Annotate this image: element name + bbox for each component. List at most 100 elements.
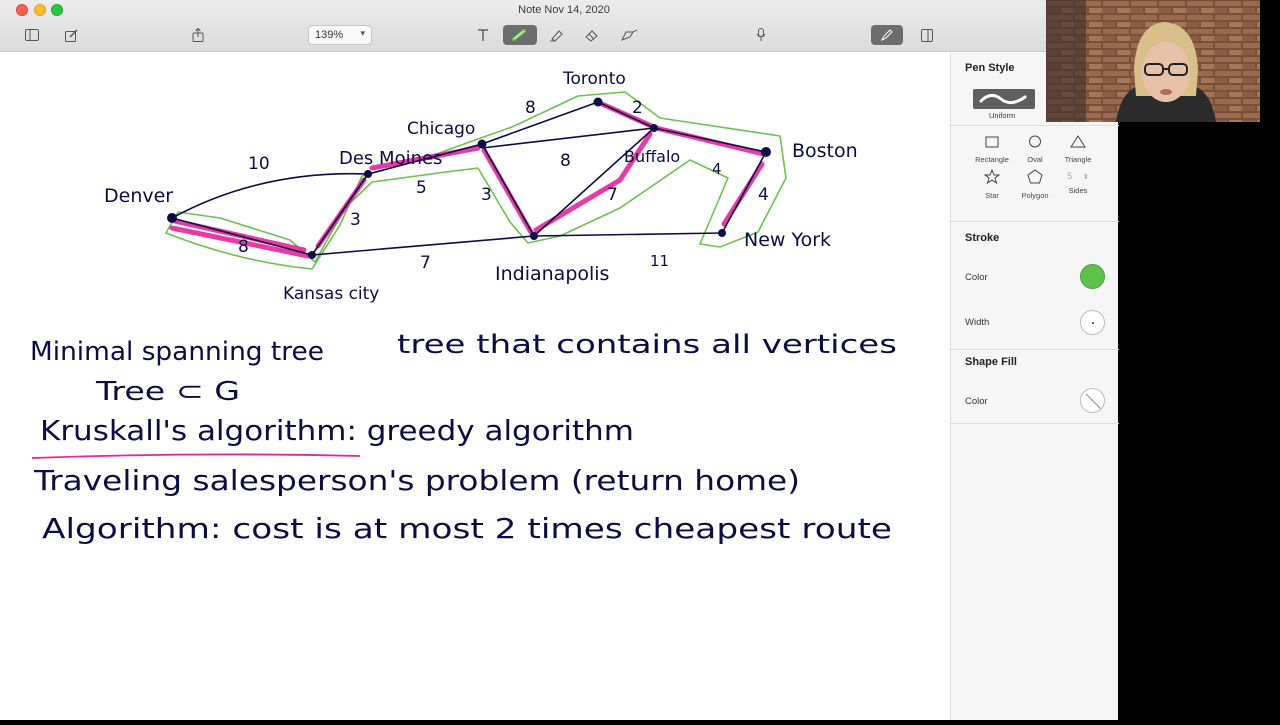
shape-polygon[interactable]: Polygon	[1013, 169, 1057, 200]
eraser-icon	[584, 29, 598, 42]
polygon-icon	[1027, 169, 1043, 184]
weight-chicago-buffalo: 8	[560, 151, 571, 171]
width-dot-icon	[1092, 322, 1094, 324]
vertex-boston	[761, 147, 771, 157]
shape-rectangle-label: Rectangle	[975, 155, 1009, 164]
pen-tool-button[interactable]	[503, 25, 537, 45]
pen-icon	[512, 29, 526, 41]
drawing-surface: Denver Kansas city Des Moines Chicago In…	[30, 69, 897, 545]
weight-kansascity-indianapolis: 7	[420, 253, 431, 273]
no-fill-icon	[1085, 393, 1102, 410]
stroke-color-label: Color	[965, 272, 988, 283]
zoom-select[interactable]: 139% ▾	[308, 25, 372, 45]
triangle-icon	[1070, 135, 1086, 148]
shape-oval-label: Oval	[1027, 155, 1043, 164]
vertex-toronto	[593, 97, 603, 107]
markup-toggle-button[interactable]	[871, 25, 903, 45]
stroke-width-button[interactable]	[1080, 310, 1105, 335]
divider	[951, 423, 1119, 424]
title-bar: Note Nov 14, 2020 139% ▾	[0, 0, 1046, 52]
weight-toronto-buffalo: 2	[632, 98, 643, 118]
compose-button[interactable]	[60, 25, 82, 45]
lasso-tool-button[interactable]	[616, 25, 642, 45]
lasso-icon	[620, 29, 638, 41]
shape-triangle-label: Triangle	[1064, 155, 1092, 164]
inspector-panel: Pen Style Uniform Rectangle Oval Triangl…	[950, 53, 1119, 720]
shape-polygon-label: Polygon	[1021, 191, 1049, 200]
rectangle-icon	[985, 136, 999, 148]
weight-denver-kansascity: 8	[238, 237, 249, 257]
shape-triangle[interactable]: Triangle	[1056, 135, 1100, 164]
vertex-kansas-city	[308, 251, 316, 259]
divider	[951, 221, 1119, 222]
weight-chicago-toronto: 8	[525, 98, 536, 118]
note-line-3: Kruskall's algorithm: greedy algorithm	[40, 414, 634, 447]
label-indianapolis: Indianapolis	[495, 263, 609, 285]
sides-label: Sides	[1068, 186, 1088, 195]
shape-star[interactable]: Star	[970, 168, 1014, 200]
note-line-2: Tree ⊂ G	[95, 377, 240, 407]
oval-icon	[1029, 135, 1041, 148]
app-root: Note Nov 14, 2020 139% ▾ Denver Kansas c…	[0, 0, 1280, 720]
pen-style-heading: Pen Style	[965, 62, 1015, 74]
vertex-chicago	[477, 139, 487, 149]
sidebar-toggle-button[interactable]	[21, 25, 43, 45]
shape-star-label: Star	[985, 191, 999, 200]
stroke-heading: Stroke	[965, 232, 1000, 244]
note-line-1a: Minimal spanning tree	[30, 337, 324, 367]
weight-indianapolis-newyork: 11	[650, 252, 669, 270]
highlighter-icon	[549, 29, 563, 42]
vertex-denver	[167, 213, 177, 223]
fill-color-swatch[interactable]	[1080, 388, 1105, 413]
inspector-toggle-button[interactable]	[916, 25, 938, 45]
label-buffalo: Buffalo	[624, 147, 680, 166]
vertex-indianapolis	[530, 232, 538, 240]
weight-boston-newyork: 4	[758, 185, 769, 205]
weight-buffalo-boston: 4	[712, 160, 722, 178]
weight-kansascity-desmoines: 3	[350, 210, 361, 230]
fill-color-label: Color	[965, 396, 988, 407]
share-icon	[192, 28, 204, 42]
label-new-york: New York	[744, 229, 831, 251]
microphone-icon	[756, 28, 766, 41]
stroke-color-swatch[interactable]	[1080, 264, 1105, 289]
compose-icon	[64, 29, 77, 42]
notes-window: Note Nov 14, 2020 139% ▾ Denver Kansas c…	[0, 0, 1119, 720]
divider	[951, 349, 1119, 350]
weight-denver-desmoines: 10	[248, 154, 270, 174]
pink-underline	[31, 453, 361, 459]
shape-fill-heading: Shape Fill	[965, 356, 1017, 368]
weight-chicago-indianapolis: 3	[481, 185, 492, 205]
stepper-arrows-icon[interactable]: ⬍	[1083, 174, 1089, 181]
text-tool-button[interactable]	[472, 25, 494, 45]
zoom-value: 139%	[315, 29, 344, 41]
eraser-tool-button[interactable]	[580, 25, 602, 45]
weight-desmoines-chicago: 5	[416, 178, 427, 198]
webcam-overlay	[1046, 0, 1260, 122]
divider	[951, 125, 1119, 126]
label-denver: Denver	[104, 185, 173, 207]
green-tour-loop	[165, 91, 787, 270]
sidebar-icon	[25, 29, 39, 41]
inspector-icon	[921, 28, 933, 42]
note-line-4: Traveling salesperson's problem (return …	[33, 464, 800, 497]
record-audio-button[interactable]	[750, 25, 772, 45]
note-line-1b: tree that contains all vertices	[397, 330, 897, 360]
webcam-image	[1046, 0, 1260, 122]
highlighter-tool-button[interactable]	[545, 25, 567, 45]
pen-style-uniform[interactable]	[973, 89, 1035, 109]
stroke-width-label: Width	[965, 317, 990, 328]
uniform-stroke-icon	[979, 94, 1027, 104]
note-canvas[interactable]: Denver Kansas city Des Moines Chicago In…	[0, 53, 950, 720]
shape-rectangle[interactable]: Rectangle	[970, 135, 1014, 164]
sides-value: 5	[1067, 171, 1073, 181]
chevron-down-icon: ▾	[360, 28, 365, 38]
vertex-des-moines	[364, 170, 372, 178]
shape-oval[interactable]: Oval	[1013, 135, 1057, 164]
label-kansas-city: Kansas city	[283, 284, 379, 304]
uniform-label: Uniform	[989, 111, 1016, 120]
weight-indianapolis-buffalo: 7	[607, 185, 618, 205]
share-button[interactable]	[187, 25, 209, 45]
label-des-moines: Des Moines	[339, 148, 442, 169]
sides-stepper[interactable]: 5 ⬍ Sides	[1056, 169, 1100, 195]
